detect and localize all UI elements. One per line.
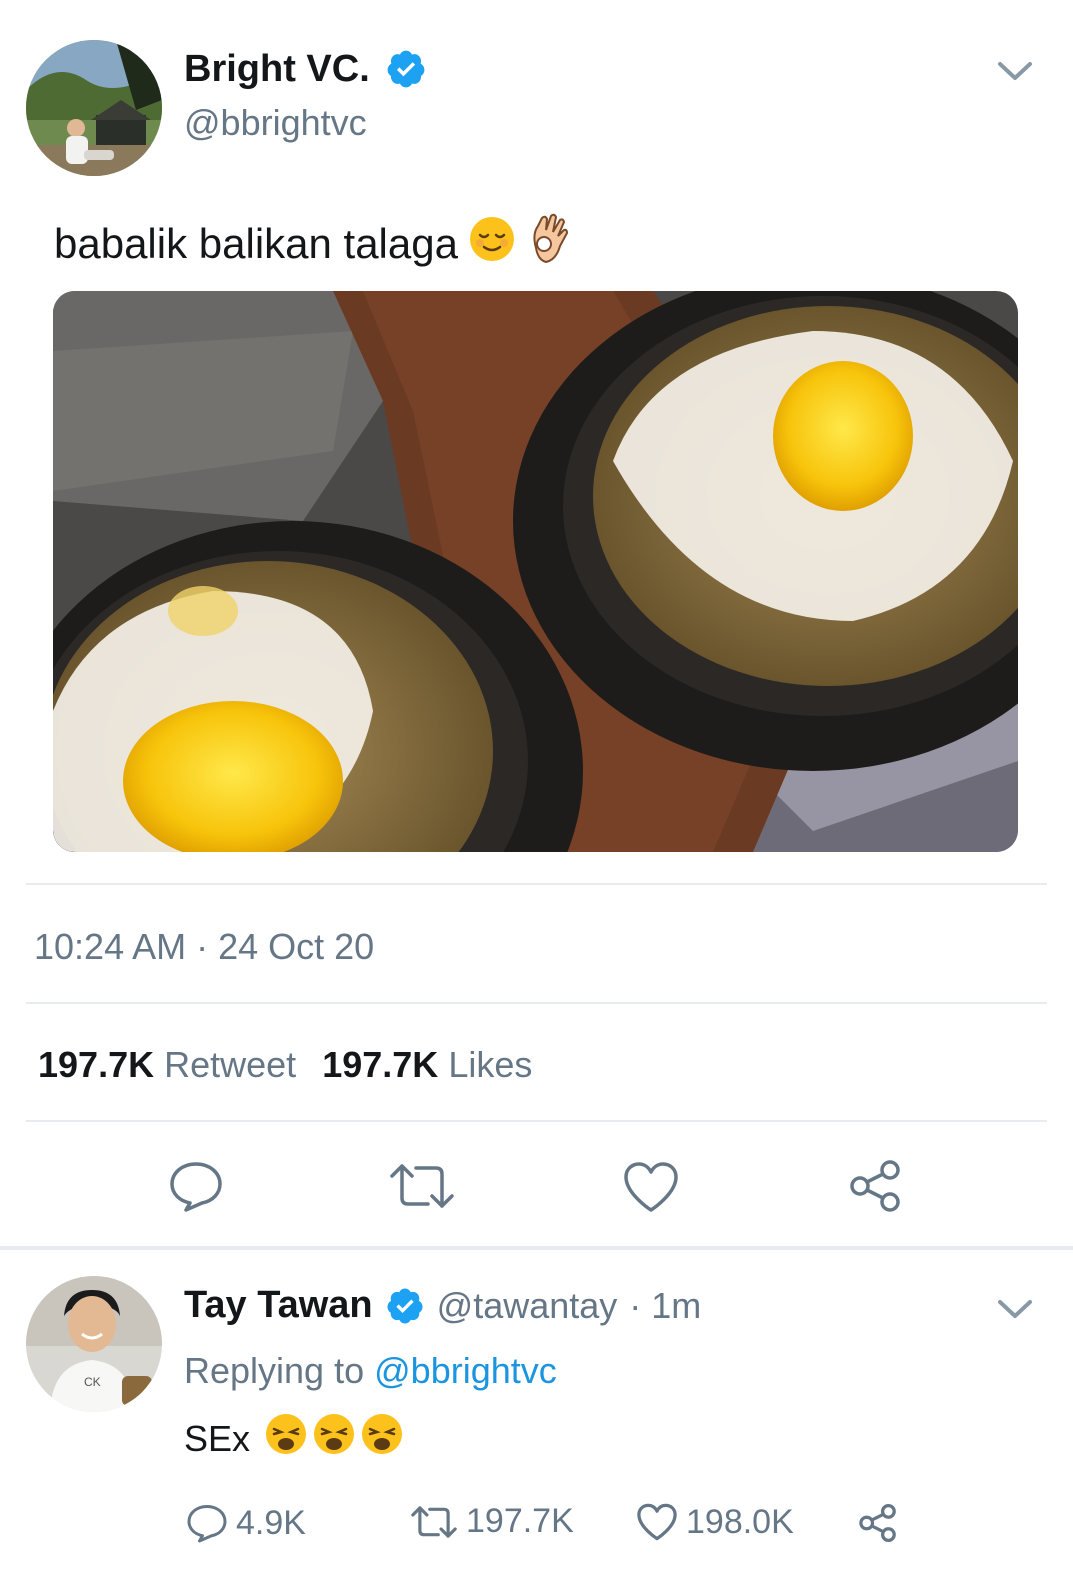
- section-separator: [0, 1246, 1073, 1250]
- weary-face-emoji: [360, 1412, 404, 1465]
- reply-text-row: SEx: [184, 1412, 404, 1465]
- divider: [26, 1120, 1047, 1122]
- reply-retweet-button[interactable]: 197.7K: [410, 1502, 574, 1541]
- author-avatar[interactable]: [26, 40, 162, 176]
- reply-time: · 1m: [629, 1284, 702, 1326]
- tweet-stats: 197.7K Retweet 197.7K Likes: [38, 1044, 532, 1086]
- like-count: 198.0K: [686, 1502, 794, 1541]
- reply-author-handle[interactable]: @tawantay: [437, 1285, 618, 1327]
- reply-header: Tay Tawan @tawantay · 1m: [184, 1284, 701, 1327]
- share-icon[interactable]: [848, 1158, 906, 1214]
- reply-author-avatar[interactable]: CK: [26, 1276, 162, 1412]
- likes-count[interactable]: 197.7K: [322, 1044, 438, 1085]
- replying-to-line: Replying to @bbrightvc: [184, 1350, 557, 1392]
- chevron-down-icon[interactable]: [996, 1292, 1034, 1326]
- retweet-count: 197.7K: [466, 1502, 574, 1540]
- reply-icon: [186, 1502, 228, 1544]
- weary-face-emoji: [312, 1412, 356, 1465]
- tweet-text: babalik balikan talaga: [54, 220, 458, 267]
- svg-text:CK: CK: [84, 1375, 101, 1389]
- reply-icon[interactable]: [168, 1158, 224, 1214]
- reply-text: SEx: [184, 1417, 251, 1459]
- like-icon: [636, 1502, 678, 1542]
- retweet-label[interactable]: Retweet: [164, 1044, 296, 1085]
- replying-to-link[interactable]: @bbrightvc: [374, 1350, 557, 1391]
- author-handle[interactable]: @bbrightvc: [184, 102, 367, 144]
- reply-like-button[interactable]: 198.0K: [636, 1502, 794, 1542]
- tweet-text-row: babalik balikan talaga: [54, 212, 572, 276]
- author-name[interactable]: Bright VC.: [184, 48, 370, 91]
- ok-hand-emoji: [526, 212, 572, 276]
- relieved-face-emoji: [468, 215, 516, 273]
- replying-to-prefix: Replying to: [184, 1350, 365, 1391]
- reply-author-name[interactable]: Tay Tawan: [184, 1284, 373, 1327]
- reply-count: 4.9K: [236, 1503, 306, 1542]
- chevron-down-icon[interactable]: [996, 54, 1034, 88]
- divider: [26, 883, 1047, 885]
- like-icon[interactable]: [622, 1160, 680, 1214]
- share-icon: [858, 1502, 900, 1544]
- retweet-icon: [410, 1503, 458, 1541]
- verified-badge-icon: [385, 1286, 425, 1326]
- divider: [26, 1002, 1047, 1004]
- reply-reply-button[interactable]: 4.9K: [186, 1502, 306, 1544]
- tweet-timestamp[interactable]: 10:24 AM · 24 Oct 20: [34, 926, 374, 968]
- retweet-icon[interactable]: [388, 1160, 456, 1212]
- retweet-count[interactable]: 197.7K: [38, 1044, 154, 1085]
- likes-label[interactable]: Likes: [448, 1044, 532, 1085]
- reply-share-button[interactable]: [858, 1502, 900, 1544]
- verified-badge-icon: [385, 48, 427, 90]
- weary-face-emoji: [264, 1412, 308, 1465]
- tweet-image[interactable]: [53, 291, 1018, 852]
